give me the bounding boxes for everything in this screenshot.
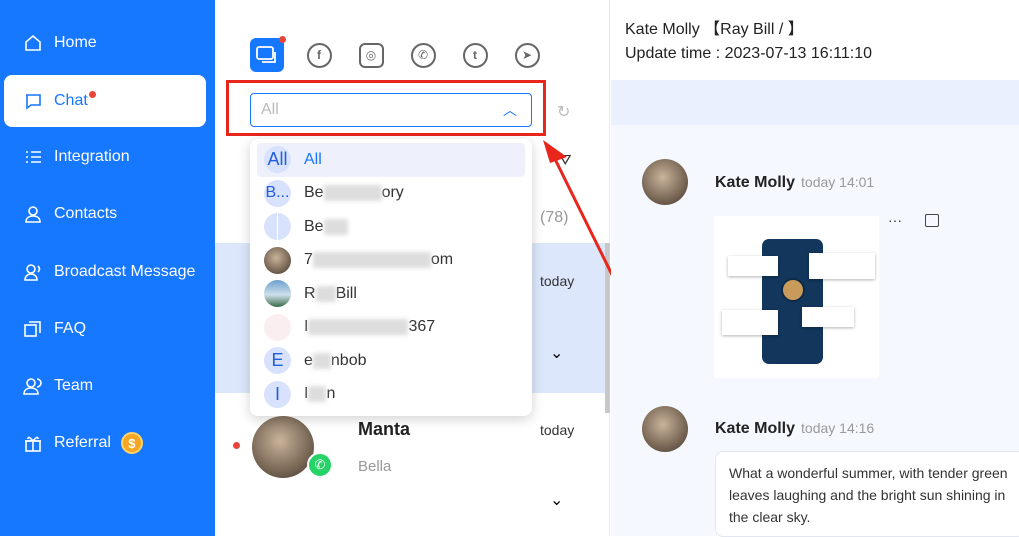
instagram-icon[interactable]: ◎ [354,38,388,72]
conversation-item[interactable]: ✆ Manta today Bella ⌄ [215,410,605,536]
select-value: All [261,101,279,118]
avatar: B... [264,179,291,207]
sidebar-item-integration[interactable]: Integration [4,131,206,183]
sidebar-item-label: Team [54,377,94,394]
unread-dot [233,442,240,449]
avatar: All [264,146,291,174]
avatar [264,213,291,241]
telegram-icon[interactable]: ➤ [510,38,544,72]
option-label-suffix: n [326,385,336,403]
avatar: I [264,380,291,408]
dropdown-option[interactable]: B... Be ory [257,177,525,211]
option-label: 7 [304,251,313,269]
option-label: Be [304,184,324,202]
conversation-time: today [540,422,575,438]
message-time: today 14:01 [801,174,875,190]
sidebar-item-referral[interactable]: Referral $ [4,417,206,469]
avatar [642,406,688,452]
message-sender: Kate Molly today 14:16 [715,420,875,437]
message-image[interactable] [714,216,879,378]
coin-icon: $ [120,432,143,454]
chevron-down-icon[interactable]: ⌄ [550,490,563,510]
chat-banner [611,80,1019,125]
user-icon [22,203,44,225]
sidebar-item-label: Chat [54,92,88,109]
message-sender: Kate Molly today 14:01 [715,174,875,191]
dropdown-option[interactable]: All All [257,143,525,177]
dropdown-option[interactable]: R Bill [257,277,525,311]
option-label: R [304,284,316,302]
option-label: All [304,150,322,168]
avatar [642,159,688,205]
account-dropdown: All All B... Be ory Be 7 om R Bill I 367 Ee nbo… [250,139,532,416]
conversation-preview: Bella [358,458,392,475]
list-icon [22,146,44,168]
translate-icon[interactable] [925,214,939,227]
sidebar-item-contacts[interactable]: Contacts [4,188,206,240]
avatar: E [264,347,291,375]
sidebar-item-team[interactable]: Team [4,360,206,412]
whatsapp-icon[interactable]: ✆ [406,38,440,72]
sidebar-item-label: Broadcast Message [54,263,196,280]
option-label: Be [304,217,324,235]
dropdown-option[interactable]: 7 om [257,244,525,278]
sidebar-item-label: FAQ [54,320,87,337]
chat-header: Kate Molly 【Ray Bill / 】 Update time : 2… [611,0,1019,80]
sidebar-item-home[interactable]: Home [4,17,206,69]
dropdown-option[interactable]: IIn [257,378,525,412]
avatar [264,280,291,308]
option-label: e [304,351,313,369]
home-icon [22,32,44,54]
option-label-suffix: nbob [330,351,367,369]
broadcast-icon [22,261,44,283]
account-select[interactable]: All ︿ [250,93,532,127]
dropdown-option[interactable]: Ee nbob [257,344,525,378]
team-icon [22,375,44,397]
all-chats-icon[interactable] [250,36,286,72]
facebook-icon[interactable]: f [302,38,336,72]
sidebar-item-label: Contacts [54,205,118,222]
message-bubble: What a wonderful summer, with tender gre… [715,451,1019,537]
sidebar-item-label: Integration [54,148,130,165]
faq-icon [22,318,44,340]
avatar [252,416,314,478]
sidebar: Home Chat Integration Contacts Broadcast… [0,0,215,536]
sidebar-item-chat[interactable]: Chat [4,75,206,127]
message-time: today 14:16 [801,420,875,436]
gift-icon [22,432,44,454]
dropdown-option[interactable]: Be [257,210,525,244]
account-tag: 【Ray Bill / 】 [704,21,804,38]
sidebar-item-broadcast[interactable]: Broadcast Message [4,246,206,298]
option-label-suffix: ory [381,184,404,202]
sidebar-item-label: Home [54,34,97,51]
dropdown-option[interactable]: I 367 [257,311,525,345]
option-label-suffix: 367 [408,318,436,336]
avatar [264,246,291,274]
chat-icon [22,90,44,112]
twitter-icon[interactable]: t [458,38,492,72]
option-label-suffix: Bill [335,284,357,302]
refresh-icon[interactable]: ↻ [557,102,570,122]
update-time: Update time : 2023-07-13 16:11:10 [625,45,872,62]
more-options-icon[interactable]: ··· [888,212,902,228]
sidebar-item-faq[interactable]: FAQ [4,303,206,355]
chevron-up-icon: ︿ [503,102,517,118]
contact-name: Kate Molly [625,21,700,38]
unread-badge [88,90,96,98]
option-label-suffix: om [430,251,454,269]
conversation-name: Manta [358,419,411,439]
chevron-down-icon[interactable]: ⌄ [550,343,563,363]
sidebar-item-label: Referral [54,434,111,451]
whatsapp-icon: ✆ [307,452,333,478]
avatar [264,313,291,341]
